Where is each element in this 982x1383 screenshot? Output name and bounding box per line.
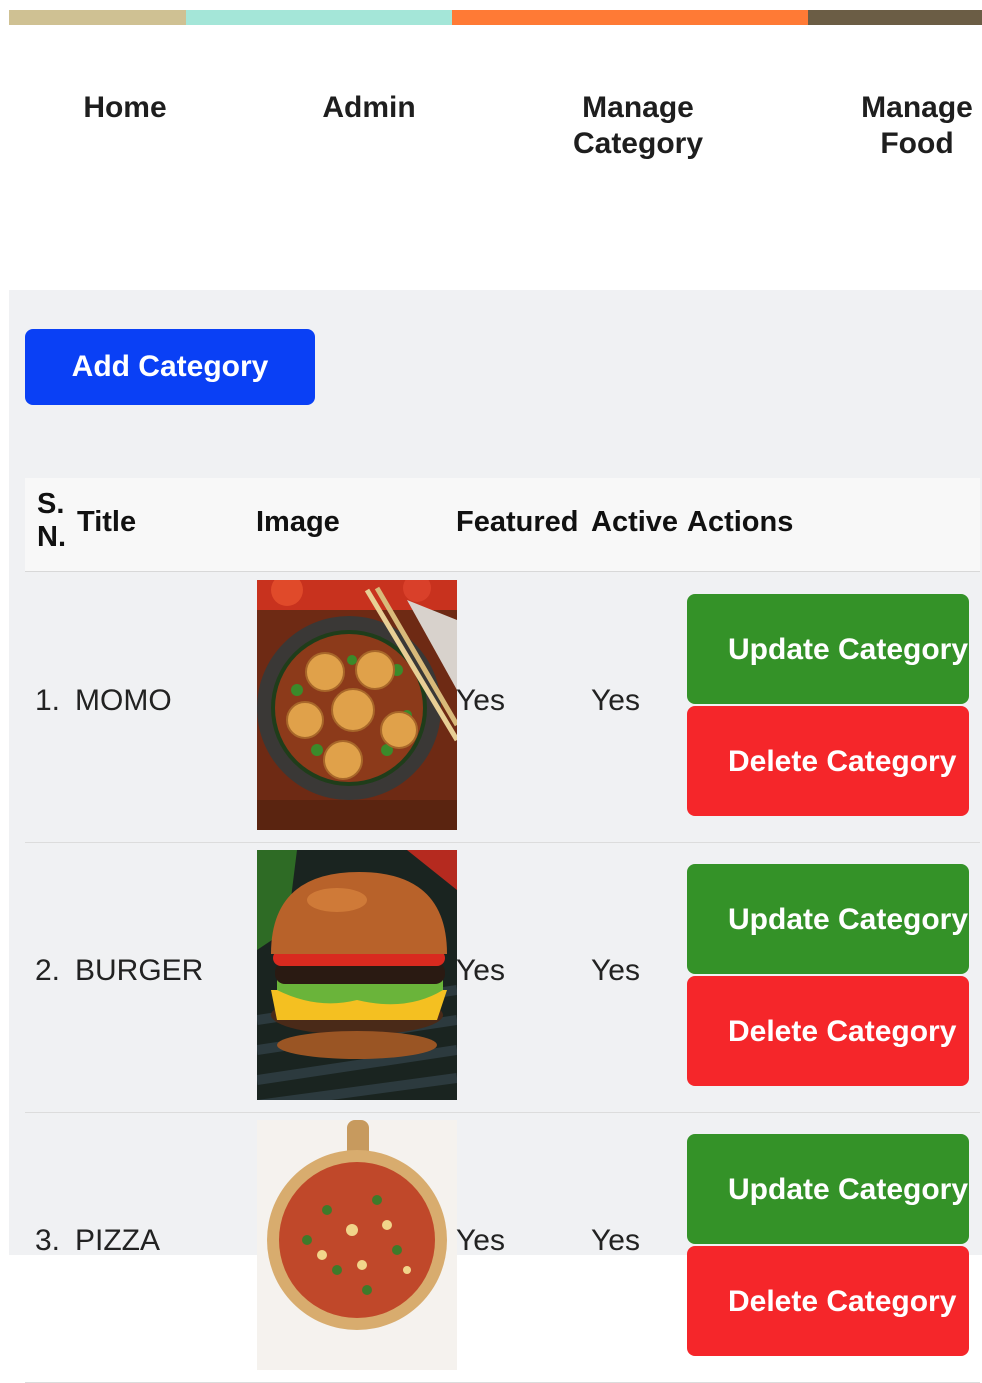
header-image: Image: [256, 506, 340, 538]
add-category-button[interactable]: Add Category: [25, 329, 315, 405]
header-title: Title: [77, 506, 137, 538]
header-stripe-3: [452, 10, 808, 25]
header-sn: S. N.: [37, 488, 66, 553]
delete-category-button[interactable]: Delete Category: [687, 706, 969, 816]
row-sn: 2.: [35, 954, 61, 987]
table-row: 3. PIZZA Yes Yes Update Category Delete: [25, 1112, 980, 1383]
row-active: Yes: [591, 684, 640, 717]
main-nav: Home Admin Manage Category Manage Food: [0, 90, 982, 250]
burger-image: [257, 850, 457, 1100]
table-row: 2. BURGER Yes Yes Update Category Delete…: [25, 842, 980, 1113]
update-category-button[interactable]: Update Category: [687, 864, 969, 974]
update-category-button[interactable]: Update Category: [687, 1134, 969, 1244]
table-row: 1. MOMO Yes Yes Update Category Delete C…: [25, 572, 980, 843]
nav-admin-link[interactable]: Admin: [322, 90, 415, 126]
delete-category-button[interactable]: Delete Category: [687, 976, 969, 1086]
nav-home-link[interactable]: Home: [83, 90, 166, 126]
row-title: BURGER: [75, 954, 204, 987]
main-content: Add Category S. N. Title Image Featured …: [9, 290, 982, 1383]
row-sn: 3.: [35, 1224, 61, 1257]
row-featured: Yes: [456, 1224, 505, 1257]
delete-category-button[interactable]: Delete Category: [687, 1246, 969, 1356]
header-stripe-1: [9, 10, 186, 25]
row-active: Yes: [591, 954, 640, 987]
header-actions: Actions: [687, 506, 794, 538]
header-featured: Featured: [456, 506, 579, 538]
update-category-button[interactable]: Update Category: [687, 594, 969, 704]
nav-manage-food-link[interactable]: Manage Food: [852, 90, 982, 162]
header-stripe-4: [808, 10, 982, 25]
row-active: Yes: [591, 1224, 640, 1257]
table-header: S. N. Title Image Featured Active Action…: [25, 478, 980, 572]
row-title: MOMO: [75, 684, 172, 717]
nav-manage-category-link[interactable]: Manage Category: [553, 90, 723, 162]
row-featured: Yes: [456, 954, 505, 987]
row-title: PIZZA: [75, 1224, 161, 1257]
header-active: Active: [591, 506, 679, 538]
row-featured: Yes: [456, 684, 505, 717]
row-sn: 1.: [35, 684, 61, 717]
momo-image: [257, 580, 457, 830]
header-stripe-2: [186, 10, 452, 25]
pizza-image: [257, 1120, 457, 1370]
